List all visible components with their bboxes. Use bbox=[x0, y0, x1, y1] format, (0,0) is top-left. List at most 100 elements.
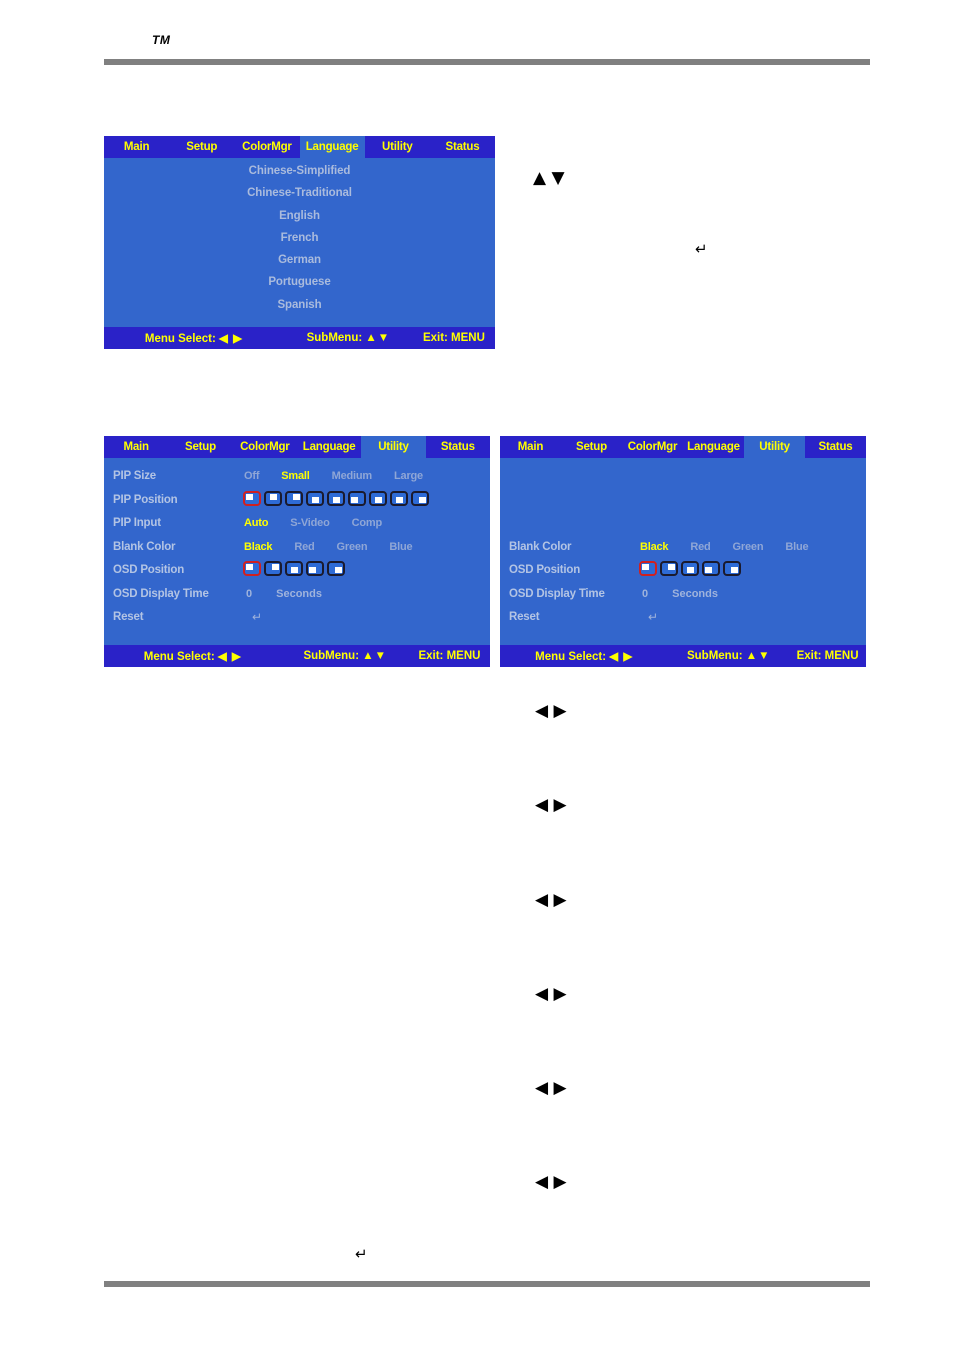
position-chip-marker-icon bbox=[351, 496, 358, 503]
utility-row-options: Auto S-Video Comp bbox=[244, 512, 404, 536]
annotation-enter-arrow-icon: ↵ bbox=[695, 240, 708, 258]
osd-tab-bar: Main Setup ColorMgr Language Utility Status bbox=[104, 436, 490, 458]
trademark-mark: TM bbox=[152, 33, 171, 47]
utility-option-off[interactable]: Off bbox=[244, 465, 260, 489]
position-chip-bl[interactable] bbox=[702, 561, 720, 576]
language-option[interactable]: Portuguese bbox=[104, 271, 495, 293]
position-chip-tl[interactable] bbox=[639, 561, 657, 576]
position-chip-tr[interactable] bbox=[264, 561, 282, 576]
utility-option-blue[interactable]: Blue bbox=[785, 536, 808, 560]
osd-tab-status[interactable]: Status bbox=[425, 436, 490, 458]
position-chip-tr[interactable] bbox=[660, 561, 678, 576]
utility-option-green[interactable]: Green bbox=[337, 536, 368, 560]
utility-option-large[interactable]: Large bbox=[394, 465, 423, 489]
osd-tab-utility[interactable]: Utility bbox=[361, 436, 426, 458]
position-chip-marker-icon bbox=[374, 496, 382, 503]
utility-option-blue[interactable]: Blue bbox=[389, 536, 412, 560]
utility-option-red[interactable]: Red bbox=[294, 536, 314, 560]
osd-tab-colormgr[interactable]: ColorMgr bbox=[232, 436, 297, 458]
utility-row: Blank Color Black Red Green Blue bbox=[500, 536, 866, 560]
osd-tab-setup[interactable]: Setup bbox=[168, 436, 233, 458]
osd-display-time-value[interactable]: 0 bbox=[642, 583, 648, 607]
language-option[interactable]: French bbox=[104, 227, 495, 249]
language-option[interactable]: Spanish bbox=[104, 294, 495, 316]
up-down-arrows-icon: ▲▼ bbox=[365, 332, 391, 344]
enter-arrow-glyph: ↵ bbox=[648, 610, 659, 624]
position-chip-cc[interactable] bbox=[681, 561, 699, 576]
position-chip-marker-icon bbox=[686, 567, 694, 573]
osd-display-time-value[interactable]: 0 bbox=[246, 583, 252, 607]
footer-exit: Exit: MENU bbox=[418, 650, 481, 662]
up-down-arrows-icon: ▲▼ bbox=[745, 650, 771, 662]
position-chip-cc[interactable] bbox=[306, 490, 324, 506]
position-chip-marker-icon bbox=[335, 567, 342, 573]
utility-row-label[interactable]: Reset bbox=[113, 606, 144, 630]
osd-tab-label: Status bbox=[440, 441, 475, 453]
position-chip-br[interactable] bbox=[411, 490, 429, 506]
footer-submenu-label: SubMenu: bbox=[303, 650, 360, 662]
osd-tab-language[interactable]: Language bbox=[299, 136, 365, 158]
utility-row-options: Black Red Green Blue bbox=[640, 536, 830, 560]
osd-tab-utility[interactable]: Utility bbox=[364, 136, 430, 158]
position-chip-tr[interactable] bbox=[285, 490, 303, 506]
footer-submenu: SubMenu: ▲▼ bbox=[284, 332, 413, 344]
reset-enter-arrow-icon[interactable]: ↵ bbox=[252, 606, 262, 630]
reset-enter-arrow-icon[interactable]: ↵ bbox=[648, 606, 658, 630]
osd-tab-language[interactable]: Language bbox=[683, 436, 744, 458]
utility-row-value-group: 0 Seconds bbox=[642, 583, 718, 607]
utility-option-small[interactable]: Small bbox=[281, 465, 310, 489]
osd-tab-main[interactable]: Main bbox=[500, 436, 561, 458]
language-option[interactable]: Chinese-Traditional bbox=[104, 182, 495, 204]
language-option[interactable]: Chinese-Simplified bbox=[104, 160, 495, 182]
utility-row-label: PIP Input bbox=[113, 517, 161, 529]
enter-arrow-glyph: ↵ bbox=[252, 610, 263, 624]
language-option[interactable]: German bbox=[104, 249, 495, 271]
utility-row-empty bbox=[500, 489, 866, 513]
position-chip-tl[interactable] bbox=[243, 561, 261, 576]
position-chip-cl[interactable] bbox=[348, 490, 366, 506]
position-chip-cc[interactable] bbox=[285, 561, 303, 576]
osd-tab-main[interactable]: Main bbox=[104, 436, 169, 458]
position-chip-group bbox=[243, 561, 345, 576]
osd-tab-colormgr[interactable]: ColorMgr bbox=[622, 436, 683, 458]
position-chip-marker-icon bbox=[332, 496, 340, 503]
osd-tab-label: Setup bbox=[185, 441, 216, 453]
position-chip-tc[interactable] bbox=[264, 490, 282, 506]
osd-tab-setup[interactable]: Setup bbox=[561, 436, 622, 458]
position-chip-bc[interactable] bbox=[390, 490, 408, 506]
position-chip-bl[interactable] bbox=[306, 561, 324, 576]
utility-option-s-video[interactable]: S-Video bbox=[290, 512, 330, 536]
osd-tab-status[interactable]: Status bbox=[805, 436, 866, 458]
footer-submenu: SubMenu: ▲▼ bbox=[668, 650, 789, 662]
annotation-enter-arrow-icon-2: ↵ bbox=[355, 1245, 368, 1263]
up-down-arrows-icon: ▲▼ bbox=[362, 650, 387, 662]
osd-tab-language[interactable]: Language bbox=[296, 436, 362, 458]
osd-footer: Menu Select: ◀ ▶ SubMenu: ▲▼ Exit: MENU bbox=[104, 645, 490, 667]
position-chip-br[interactable] bbox=[723, 561, 741, 576]
osd-tab-utility[interactable]: Utility bbox=[744, 436, 805, 458]
position-chip-br[interactable] bbox=[327, 561, 345, 576]
osd-tab-main[interactable]: Main bbox=[104, 136, 170, 158]
osd-language-panel: Main Setup ColorMgr Language Utility Status C… bbox=[104, 136, 496, 349]
position-chip-tl[interactable] bbox=[243, 490, 261, 506]
utility-option-comp[interactable]: Comp bbox=[352, 512, 383, 536]
footer-exit: Exit: MENU bbox=[796, 650, 859, 662]
utility-option-auto[interactable]: Auto bbox=[244, 512, 268, 536]
utility-row-empty bbox=[500, 512, 866, 536]
osd-tab-status[interactable]: Status bbox=[429, 136, 496, 158]
utility-option-green[interactable]: Green bbox=[733, 536, 764, 560]
header-rule bbox=[104, 59, 870, 65]
footer-menu-select-label: Menu Select: bbox=[144, 333, 216, 345]
position-chip-marker-icon bbox=[293, 493, 300, 500]
utility-option-red[interactable]: Red bbox=[690, 536, 710, 560]
utility-option-black[interactable]: Black bbox=[640, 536, 669, 560]
position-chip-marker-icon bbox=[395, 496, 403, 503]
position-chip-cc[interactable] bbox=[327, 490, 345, 506]
language-option[interactable]: English bbox=[104, 205, 495, 227]
position-chip-bc[interactable] bbox=[369, 490, 387, 506]
utility-row-label[interactable]: Reset bbox=[509, 606, 540, 630]
utility-option-black[interactable]: Black bbox=[244, 536, 273, 560]
osd-tab-colormgr[interactable]: ColorMgr bbox=[234, 136, 300, 158]
utility-option-medium[interactable]: Medium bbox=[332, 465, 373, 489]
osd-tab-setup[interactable]: Setup bbox=[169, 136, 235, 158]
